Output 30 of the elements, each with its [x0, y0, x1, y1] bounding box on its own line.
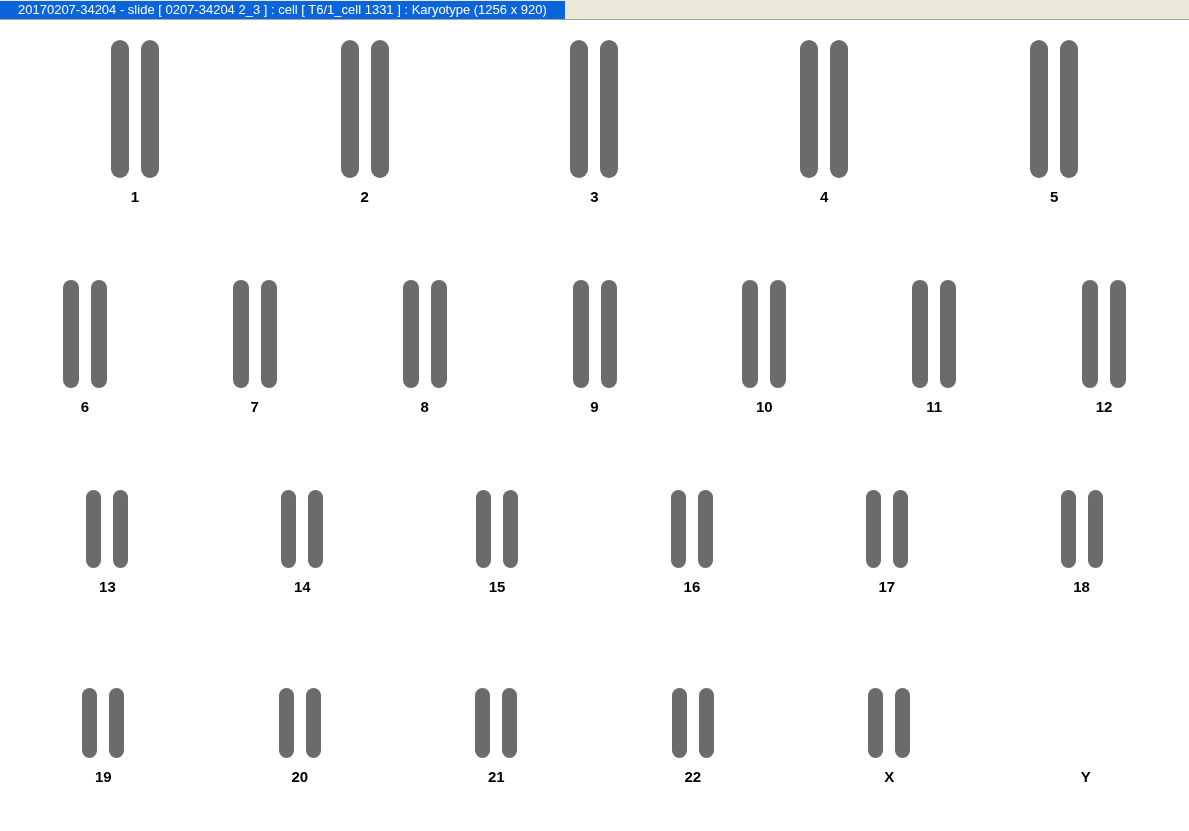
chromosome-number: 19 — [94, 769, 112, 784]
chromosome-number: 13 — [99, 579, 116, 594]
chromosome-number: 14 — [293, 579, 311, 594]
chromosome-number: 15 — [488, 579, 506, 594]
chromosome-number: 2 — [360, 189, 369, 204]
chromosome-number: 8 — [420, 399, 429, 414]
chromosome-number: 1 — [130, 189, 140, 204]
chromosome-number: 5 — [1049, 189, 1059, 204]
chromosome-pair-drawing — [867, 687, 912, 759]
chromosome-number: 4 — [820, 189, 829, 204]
chromosome-number: 12 — [1095, 399, 1113, 414]
chromosome-number: 16 — [683, 579, 701, 594]
chromosome-number: 22 — [684, 769, 702, 784]
chromosome-number: X — [884, 769, 895, 784]
chromosome-pair-drawing — [670, 687, 715, 759]
chromosome-number: 6 — [80, 399, 90, 414]
chromosome-pair-drawing — [474, 687, 519, 759]
chromosome-number: 9 — [590, 399, 599, 414]
chromosome-number: Y — [1080, 769, 1091, 784]
chromosome-number: 10 — [756, 399, 773, 414]
window-title: 20170207-34204 - slide [ 0207-34204 2_3 ] : cell [ T6/1_cell 1331 ] : Karyotype (1256 x 920) — [0, 1, 565, 19]
chromosome-number: 7 — [250, 399, 259, 414]
chromosome-number: 17 — [878, 579, 896, 594]
chromosome-number: 18 — [1073, 579, 1090, 594]
chromosome-number: 11 — [926, 399, 943, 414]
chromosome-number: 3 — [590, 189, 599, 204]
chromosome-pair-drawing — [81, 687, 126, 759]
chromosome-pair-drawing — [277, 687, 322, 759]
chromosome-number: 20 — [291, 769, 309, 784]
chromosome-number: 21 — [487, 769, 505, 784]
